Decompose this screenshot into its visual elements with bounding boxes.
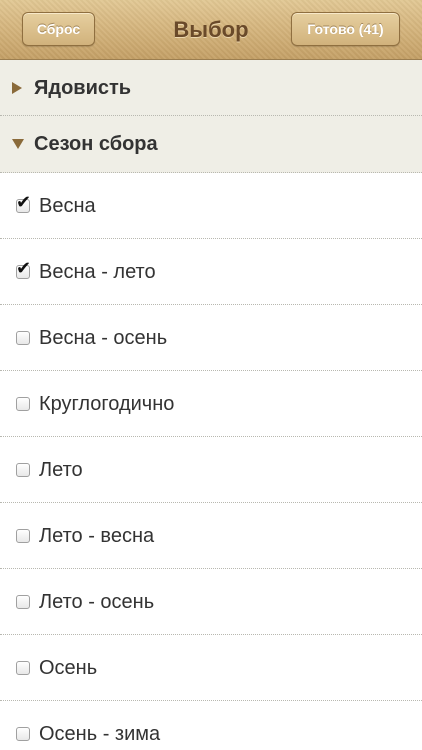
section-header-harvest-season[interactable]: Сезон сбора	[0, 116, 422, 173]
checkbox[interactable]: ✔	[16, 193, 31, 213]
list-item-label: Лето - осень	[39, 591, 155, 613]
list-item[interactable]: ✔ Весна - лето	[0, 239, 422, 305]
list-item[interactable]: Лето - осень	[0, 569, 422, 635]
checkbox[interactable]	[16, 528, 30, 543]
disclosure-down-icon	[12, 139, 24, 149]
list-item[interactable]: Осень	[0, 635, 422, 701]
section-label: Ядовисть	[34, 77, 132, 99]
list-item-label: Весна	[39, 195, 96, 217]
checkbox[interactable]	[16, 660, 30, 675]
checkbox[interactable]	[16, 330, 30, 345]
list-item-label: Осень	[39, 657, 98, 679]
list-item-label: Лето	[39, 459, 83, 481]
checkbox[interactable]: ✔	[16, 259, 31, 279]
list-item-label: Весна - лето	[39, 261, 156, 283]
section-header-toxicity[interactable]: Ядовисть	[0, 60, 422, 116]
list-item-label: Весна - осень	[39, 327, 168, 349]
list-item[interactable]: Круглогодично	[0, 371, 422, 437]
list-item-label: Осень - зима	[39, 723, 161, 745]
checkbox[interactable]	[16, 594, 30, 609]
done-button[interactable]: Готово (41)	[291, 12, 400, 46]
list-item[interactable]: Лето - весна	[0, 503, 422, 569]
list-item[interactable]: Лето	[0, 437, 422, 503]
list-item[interactable]: Осень - зима	[0, 701, 422, 750]
list-item[interactable]: ✔ Весна	[0, 173, 422, 239]
list-item-label: Лето - весна	[39, 525, 155, 547]
checkmark-icon: ✔	[16, 191, 32, 213]
season-list: ✔ Весна ✔ Весна - лето Весна - осень Кру…	[0, 173, 422, 750]
checkmark-icon: ✔	[16, 257, 32, 279]
section-label: Сезон сбора	[34, 133, 158, 155]
disclosure-right-icon	[12, 81, 22, 94]
reset-button[interactable]: Сброс	[22, 12, 95, 46]
list-item[interactable]: Весна - осень	[0, 305, 422, 371]
list-item-label: Круглогодично	[39, 393, 175, 415]
navigation-bar: Выбор Сброс Готово (41)	[0, 0, 422, 60]
checkbox[interactable]	[16, 726, 30, 741]
filter-screen: Выбор Сброс Готово (41) Ядовисть Сезон с…	[0, 0, 422, 750]
checkbox[interactable]	[16, 396, 30, 411]
checkbox[interactable]	[16, 462, 30, 477]
